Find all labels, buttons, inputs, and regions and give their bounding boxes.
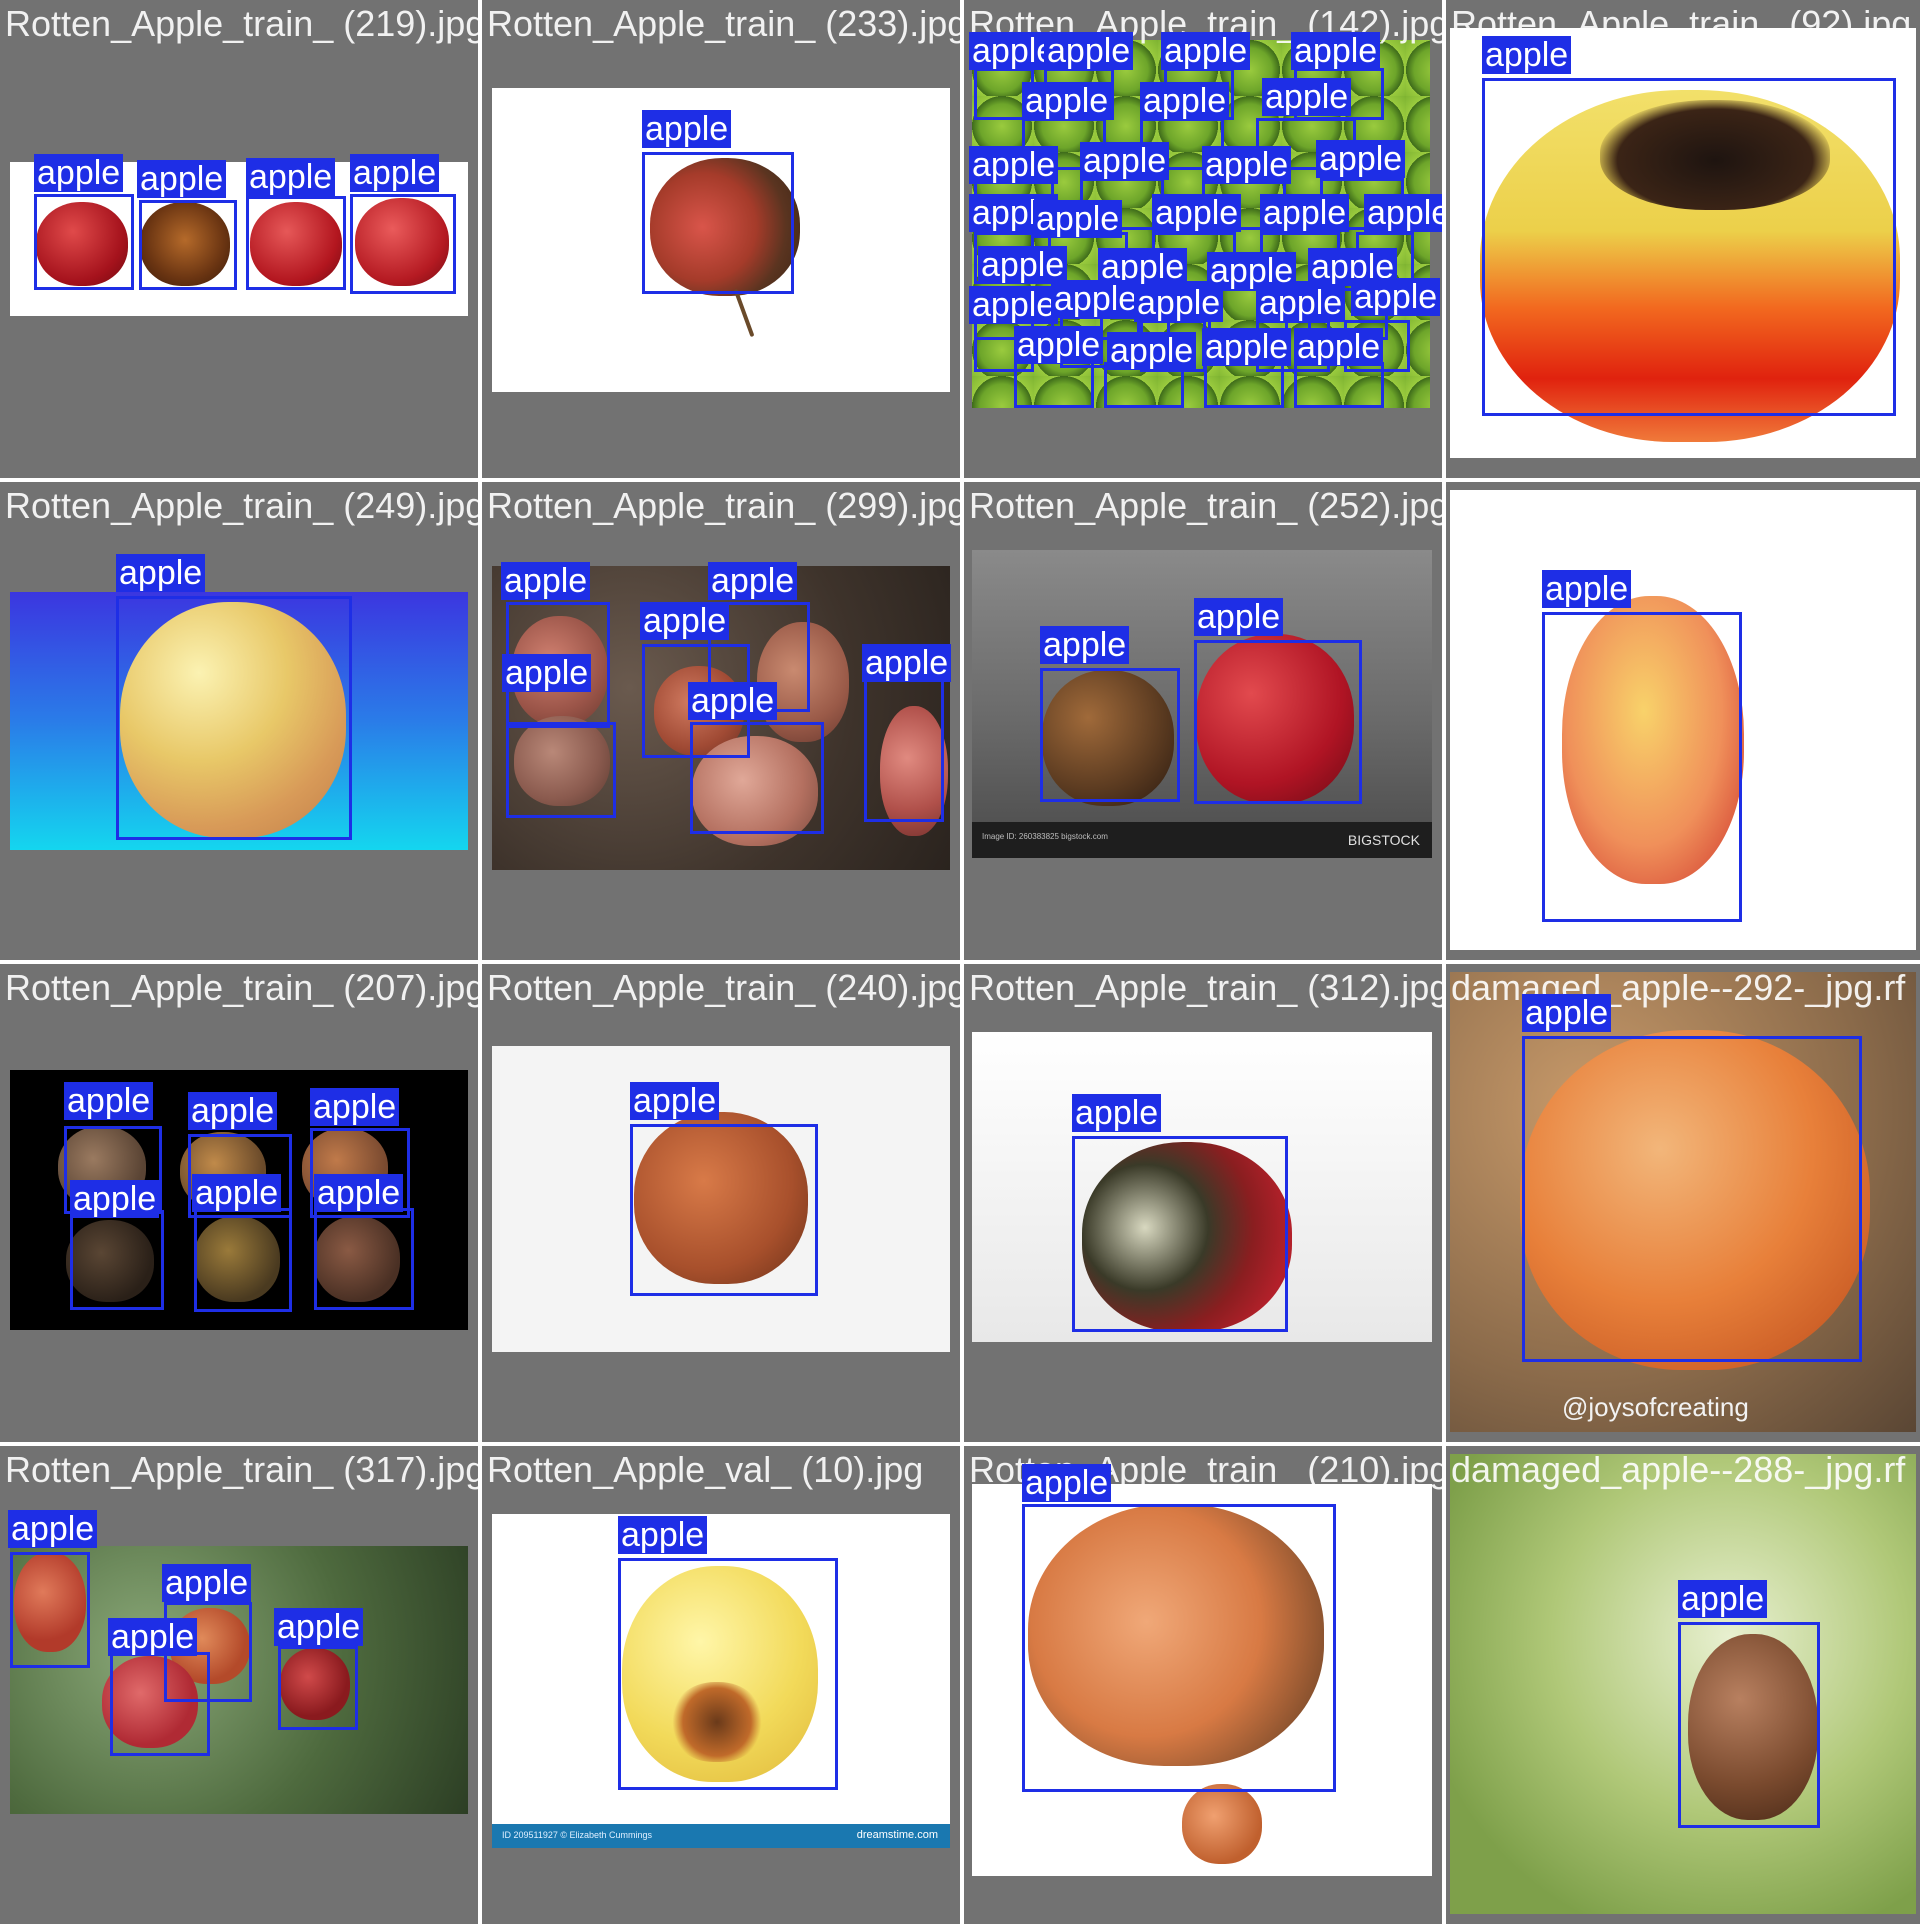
tile-filename: Rotten_Apple_val_ (10).jpg <box>487 1449 924 1490</box>
tile: Image ID: 260383825 bigstock.com BIGSTOC… <box>964 482 1442 960</box>
photo <box>1450 490 1916 950</box>
tile: Rotten_Apple_train_ (299).jpg apple appl… <box>482 482 960 960</box>
dreamstime-banner: ID 209511927 © Elizabeth Cummings dreams… <box>492 1824 950 1848</box>
tile-filename: Rotten_Apple_train_ (312).jpg <box>969 967 1442 1008</box>
photo <box>1450 28 1916 458</box>
apple-image <box>1042 670 1174 806</box>
tile: Rotten_Apple_train_ (210).jpg apple <box>964 1446 1442 1924</box>
apple-image <box>14 1552 86 1652</box>
photo <box>1450 1454 1916 1914</box>
apple-image <box>1028 1504 1324 1766</box>
apple-image <box>1082 1142 1292 1332</box>
photo: @joysofcreating <box>1450 972 1916 1432</box>
tile: Rotten_Apple_train_ (249).jpg apple <box>0 482 478 960</box>
tile: Rotten_Apple_train_ (312).jpg apple <box>964 964 1442 1442</box>
apple-image <box>120 602 346 838</box>
bigstock-brand-text: BIGSTOCK <box>1347 832 1420 848</box>
photo <box>972 1032 1432 1342</box>
stem-shape <box>733 288 755 338</box>
apple-image <box>102 1656 198 1748</box>
tile: Rotten_Apple_train_ (219).jpg apple appl… <box>0 0 478 478</box>
tile-filename: Rotten_Apple_train_ (142).jpg <box>969 3 1442 44</box>
apple-image <box>36 202 128 286</box>
apple-image <box>194 1216 280 1302</box>
apple-image <box>140 202 230 286</box>
photo <box>10 592 468 850</box>
apple-image <box>180 1132 266 1210</box>
apple-image <box>757 622 849 742</box>
photo <box>10 162 468 316</box>
photo <box>972 40 1430 408</box>
tile: Rotten_Apple_train_ (92).jpg apple <box>1446 0 1920 478</box>
tile-filename: Rotten_Apple_train_ (252).jpg <box>969 485 1442 526</box>
photo <box>492 88 950 392</box>
rot-patch-shape <box>670 1682 764 1762</box>
tile-filename: Rotten_Apple_train_ (317).jpg <box>5 1449 478 1490</box>
apple-image <box>514 716 610 806</box>
apple-image <box>66 1220 154 1302</box>
dreamstime-site-text: dreamstime.com <box>856 1829 938 1841</box>
apple-image <box>355 198 449 286</box>
bigstock-banner: Image ID: 260383825 bigstock.com BIGSTOC… <box>972 822 1432 858</box>
apple-image <box>250 202 342 286</box>
tile: Rotten_Apple_train_ (142).jpg apple appl… <box>964 0 1442 478</box>
tile-filename: Rotten_Apple_train_ (219).jpg <box>5 3 478 44</box>
photo <box>972 1484 1432 1876</box>
apple-image <box>880 706 948 836</box>
apple-image <box>302 1128 388 1208</box>
photo <box>492 1046 950 1352</box>
tile: damaged_apple--288-_jpg.rf apple <box>1446 1446 1920 1924</box>
apple-image <box>58 1126 146 1208</box>
apple-image <box>314 1216 400 1302</box>
dreamstime-credit-text: ID 209511927 © Elizabeth Cummings <box>502 1830 653 1840</box>
photo <box>10 1070 468 1330</box>
tile-filename: Rotten_Apple_train_ (207).jpg <box>5 967 478 1008</box>
tile: damaged_apple--293-_jpg.rf apple <box>1446 482 1920 960</box>
apple-image <box>1196 634 1354 804</box>
tile: ID 209511927 © Elizabeth Cummings dreams… <box>482 1446 960 1924</box>
photo: Image ID: 260383825 bigstock.com BIGSTOC… <box>972 550 1432 858</box>
tile: Rotten_Apple_train_ (207).jpg apple appl… <box>0 964 478 1442</box>
apple-image <box>1688 1634 1818 1820</box>
bbox-label: apple <box>116 554 206 592</box>
rot-patch-shape <box>1600 100 1830 210</box>
apple-image <box>1562 596 1744 884</box>
tile: Rotten_Apple_train_ (240).jpg apple <box>482 964 960 1442</box>
apple-image <box>512 616 608 726</box>
photo <box>492 566 950 870</box>
tile: Rotten_Apple_train_ (317).jpg apple appl… <box>0 1446 478 1924</box>
tile-filename: Rotten_Apple_train_ (240).jpg <box>487 967 960 1008</box>
apple-piece-shape <box>1182 1784 1262 1864</box>
apple-image <box>650 158 800 296</box>
apple-image <box>634 1112 808 1284</box>
apple-image <box>692 736 818 846</box>
tile: Rotten_Apple_train_ (233).jpg apple <box>482 0 960 478</box>
apple-image <box>280 1648 350 1720</box>
bbox-label: apple <box>8 1510 98 1548</box>
tile-filename: Rotten_Apple_train_ (233).jpg <box>487 3 960 44</box>
apple-image <box>1520 1030 1870 1370</box>
watermark-text: @joysofcreating <box>1562 1392 1749 1422</box>
tile-filename: Rotten_Apple_train_ (299).jpg <box>487 485 960 526</box>
bigstock-id-text: Image ID: 260383825 bigstock.com <box>982 832 1108 841</box>
photo <box>10 1546 468 1814</box>
tile-filename: Rotten_Apple_train_ (249).jpg <box>5 485 478 526</box>
photo: ID 209511927 © Elizabeth Cummings dreams… <box>492 1514 950 1848</box>
tile: @joysofcreating damaged_apple--292-_jpg.… <box>1446 964 1920 1442</box>
